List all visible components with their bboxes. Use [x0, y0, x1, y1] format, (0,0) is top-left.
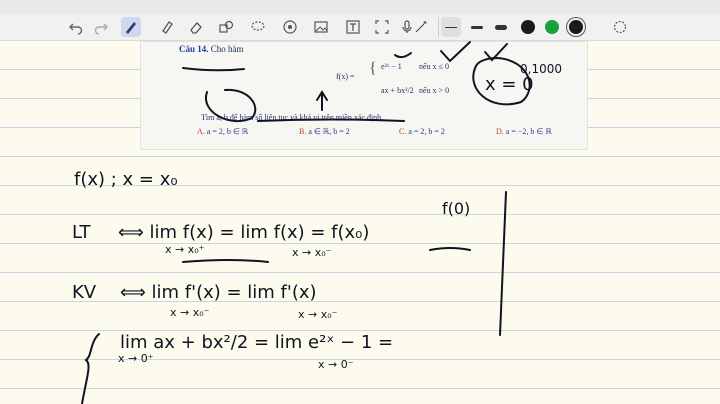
case1-condition: nếu x ≤ 0 — [419, 62, 449, 71]
option-a: A. a = 2, b ∈ ℝ — [197, 127, 249, 136]
color-picker-icon[interactable] — [610, 17, 630, 37]
sticker-icon[interactable] — [280, 17, 300, 37]
pen-width-thin[interactable] — [441, 17, 461, 37]
problem-title: Câu 14. Cho hàm — [179, 44, 244, 54]
option-c: C. a = 2, b = 2 — [399, 127, 445, 136]
case2-expression: ax + bx²/2 — [381, 86, 414, 95]
pen-icon[interactable] — [121, 17, 141, 37]
shapes-icon[interactable] — [216, 17, 236, 37]
pen-width-thick[interactable] — [491, 17, 511, 37]
problem-question: Tìm a, b để hàm số liên tục và khả vi tr… — [201, 113, 384, 122]
pen-width-medium[interactable] — [467, 17, 487, 37]
problem-number: Câu 14. — [179, 44, 209, 54]
drawing-toolbar — [0, 14, 720, 41]
magic-icon[interactable] — [411, 17, 431, 37]
option-b: B. a ∈ ℝ, b = 2 — [299, 127, 350, 136]
image-icon[interactable] — [311, 17, 331, 37]
lasso-icon[interactable] — [248, 17, 268, 37]
function-label: f(x) = — [336, 72, 355, 81]
case1-expression: e²ˣ − 1 — [381, 62, 402, 71]
option-d: D. a = −2, b ∈ ℝ — [496, 127, 552, 136]
toolbar-divider — [438, 17, 439, 37]
redo-icon[interactable] — [91, 17, 111, 37]
problem-image: Câu 14. Cho hàm f(x) = { e²ˣ − 1 nếu x ≤… — [140, 41, 588, 150]
eraser-icon[interactable] — [186, 17, 206, 37]
color-swatch-black[interactable] — [521, 20, 535, 34]
color-swatch-selected[interactable] — [569, 20, 583, 34]
brace-icon: { — [369, 60, 377, 77]
scan-icon[interactable] — [372, 17, 392, 37]
undo-icon[interactable] — [66, 17, 86, 37]
highlighter-icon[interactable] — [157, 17, 177, 37]
problem-lead: Cho hàm — [210, 44, 244, 54]
status-bar — [0, 0, 720, 15]
color-swatch-green[interactable] — [545, 20, 559, 34]
case2-condition: nếu x > 0 — [419, 86, 450, 95]
text-icon[interactable] — [343, 17, 363, 37]
